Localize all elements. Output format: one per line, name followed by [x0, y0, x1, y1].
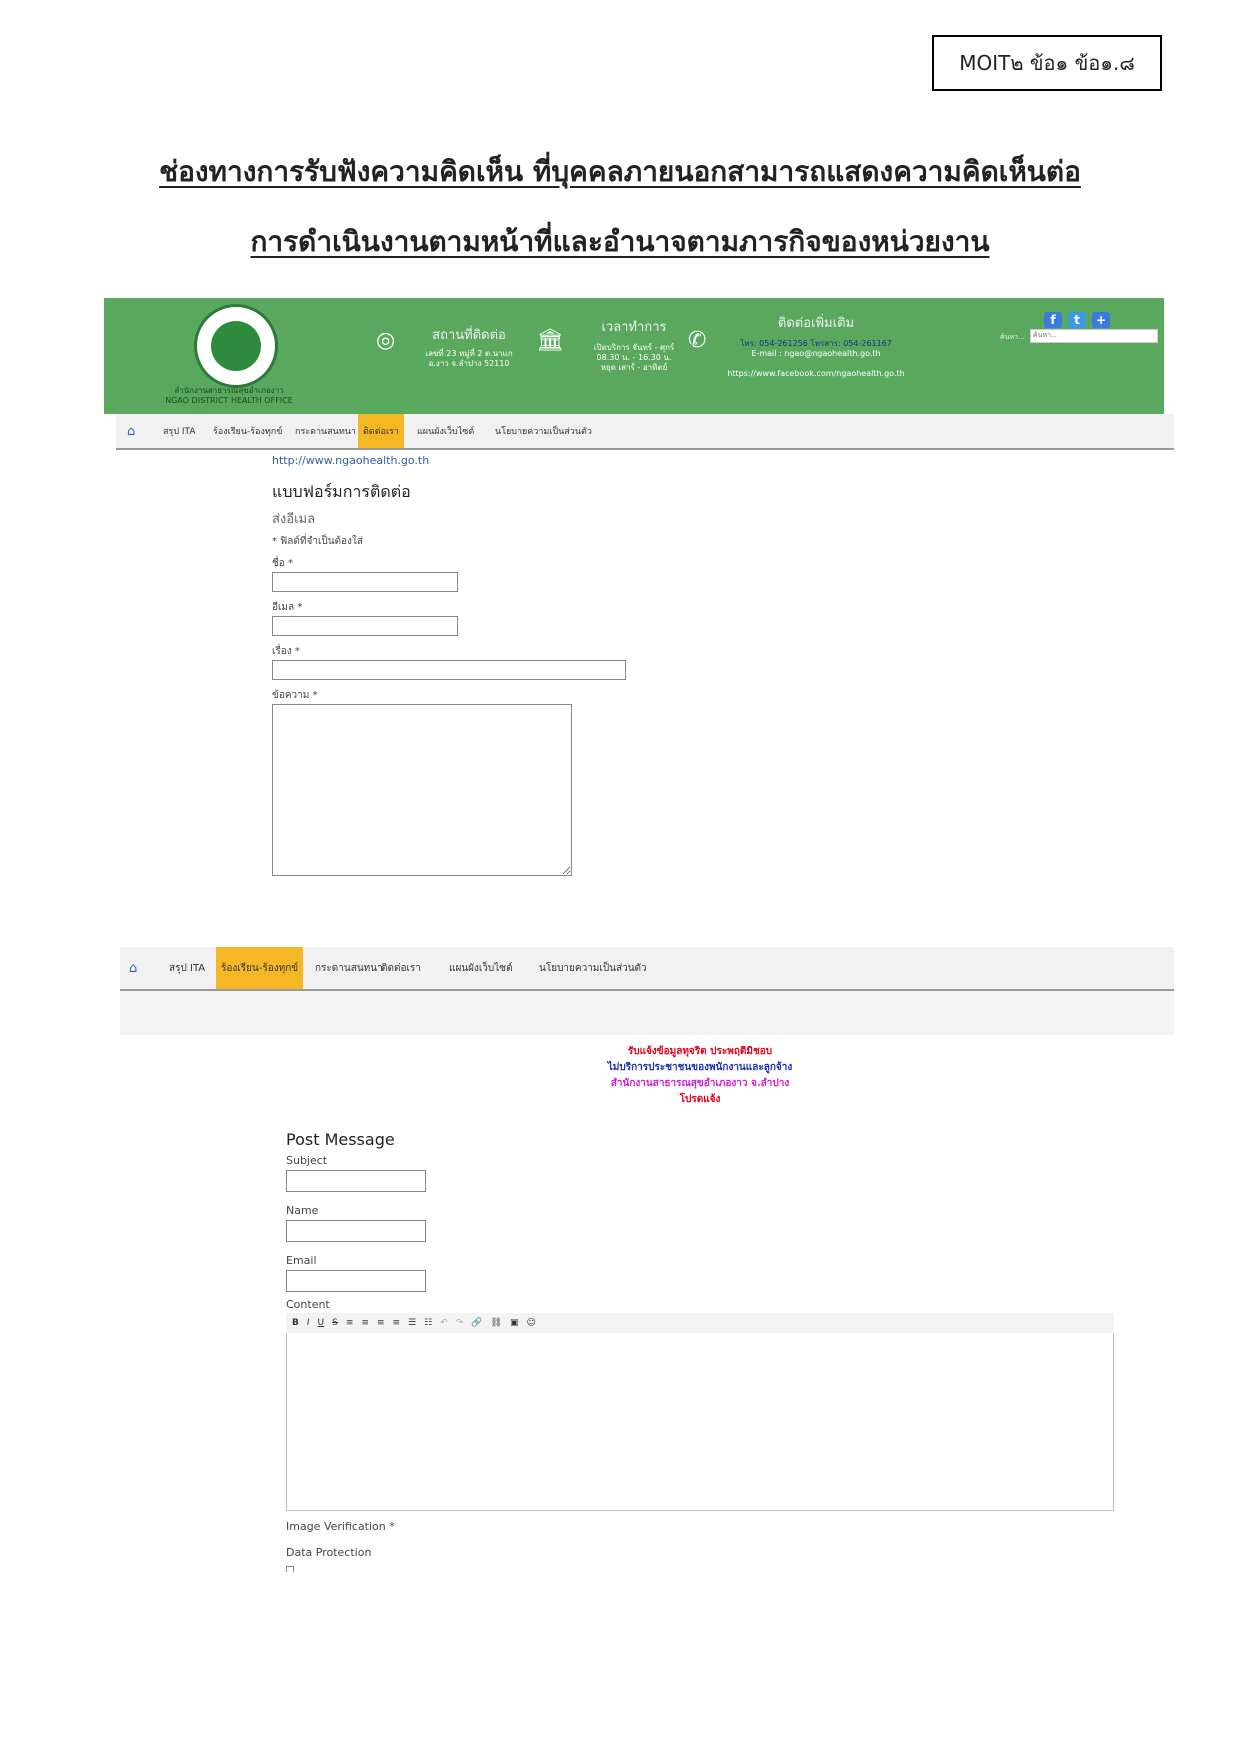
logo-emblem-icon [211, 321, 261, 371]
hours-heading: เวลาทำการ [601, 320, 667, 335]
page-title-line2: การดำเนินงานตามหน้าที่และอำนาจตามภารกิจข… [250, 225, 990, 258]
nav-item-complaint[interactable]: ร้องเรียน-ร้องทุกข์ [216, 947, 304, 989]
numbered-list-icon[interactable]: ☷ [424, 1318, 432, 1328]
align-justify-icon[interactable]: ≡ [392, 1318, 400, 1328]
location-line2: อ.งาว จ.ลำปาง 52110 [428, 359, 510, 368]
name-label-2: Name [286, 1204, 319, 1217]
message-label: ข้อความ * [272, 690, 318, 701]
notice-line3: สำนักงานสาธารณสุขอำเภองาว จ.ลำปาง [610, 1078, 790, 1089]
contact-heading: ติดต่อเพิ่มเติม [777, 316, 855, 331]
home-icon[interactable]: ⌂ [124, 947, 142, 989]
undo-icon[interactable]: ↶ [440, 1318, 448, 1328]
email-input[interactable] [272, 616, 458, 636]
page-title-line1: ช่องทางการรับฟังความคิดเห็น ที่บุคคลภายน… [159, 155, 1081, 188]
main-nav: ⌂ สรุป ITA ร้องเรียน-ร้องทุกข์ กระดานสนท… [116, 414, 1174, 450]
ministry-logo [194, 304, 278, 388]
strikethrough-icon[interactable]: S [332, 1318, 338, 1328]
name-input-2[interactable] [286, 1220, 426, 1242]
content-band [120, 991, 1174, 1035]
nav-item-sitemap[interactable]: แผนผังเว็บไซต์ [412, 414, 479, 448]
subject-input[interactable] [272, 660, 626, 680]
hours-block: เวลาทำการ เปิดบริการ จันทร์ - ศุกร์ 08.3… [574, 316, 694, 373]
document-code-box: MOIT๒ ข้อ๑ ข้อ๑.๘ [932, 35, 1162, 91]
contact-phone: โทร: 054-261256 โทรสาร: 054-261167 [740, 339, 892, 348]
nav-item-ita[interactable]: สรุป ITA [158, 414, 201, 448]
phone-icon: ✆ [688, 328, 707, 353]
redo-icon[interactable]: ↷ [456, 1318, 464, 1328]
site-url-link[interactable]: http://www.ngaohealth.go.th [272, 454, 429, 467]
content-editor[interactable] [286, 1333, 1114, 1511]
contact-form-heading: แบบฟอร์มการติดต่อ [272, 482, 411, 501]
share-plus-icon[interactable]: + [1092, 312, 1110, 328]
nav-item-sitemap[interactable]: แผนผังเว็บไซต์ [444, 947, 518, 989]
data-protection-checkbox[interactable] [286, 1566, 294, 1572]
org-name: สำนักงานสาธารณสุขอำเภองาว NGAO DISTRICT … [144, 386, 314, 406]
name-label: ชื่อ * [272, 558, 293, 569]
nav-item-complaint[interactable]: ร้องเรียน-ร้องทุกข์ [208, 414, 287, 448]
email-input-2[interactable] [286, 1270, 426, 1292]
bullet-list-icon[interactable]: ☰ [408, 1318, 416, 1328]
nav-item-contact[interactable]: ติดต่อเรา [376, 947, 426, 989]
subject-label-2: Subject [286, 1154, 328, 1167]
unlink-icon[interactable]: ⛓ [491, 1318, 502, 1328]
contact-email: E-mail : ngao@ngaohealth.go.th [751, 349, 881, 358]
notice-line2: ไม่บริการประชาชนของพนักงานและลูกจ้าง [607, 1062, 793, 1073]
home-icon[interactable]: ⌂ [122, 414, 140, 448]
message-textarea[interactable] [272, 704, 572, 876]
nav-item-ita[interactable]: สรุป ITA [164, 947, 210, 989]
name-input[interactable] [272, 572, 458, 592]
facebook-icon[interactable]: f [1044, 312, 1062, 328]
main-nav-2: ⌂ สรุป ITA ร้องเรียน-ร้องทุกข์ กระดานสนท… [120, 947, 1174, 991]
underline-icon[interactable]: U [318, 1318, 325, 1328]
send-email-subheading: ส่งอีเมล [272, 512, 316, 527]
nav-item-privacy[interactable]: นโยบายความเป็นส่วนตัว [534, 947, 652, 989]
search-input[interactable] [1030, 329, 1158, 343]
location-pin-icon: ◎ [376, 328, 396, 353]
align-right-icon[interactable]: ≡ [377, 1318, 385, 1328]
subject-input-2[interactable] [286, 1170, 426, 1192]
align-center-icon[interactable]: ≡ [361, 1318, 369, 1328]
email-label-2: Email [286, 1254, 317, 1267]
image-icon[interactable]: ▣ [510, 1318, 519, 1328]
location-block: สถานที่ติดต่อ เลขที่ 23 หมู่ที่ 2 ต.นาแก… [404, 324, 534, 369]
site-header: สำนักงานสาธารณสุขอำเภองาว NGAO DISTRICT … [104, 298, 1164, 414]
hours-line1: เปิดบริการ จันทร์ - ศุกร์ [593, 343, 675, 352]
notice-line1: รับแจ้งข้อมูลทุจริต ประพฤติมิชอบ [627, 1046, 773, 1057]
contact-block: ติดต่อเพิ่มเติม โทร: 054-261256 โทรสาร: … [716, 312, 916, 379]
org-name-th: สำนักงานสาธารณสุขอำเภองาว [174, 386, 284, 395]
italic-icon[interactable]: I [307, 1318, 310, 1328]
hours-line2: 08.30 น. - 16.30 น. [596, 353, 672, 362]
emoji-icon[interactable]: ☺ [526, 1318, 535, 1328]
nav-item-contact[interactable]: ติดต่อเรา [358, 414, 404, 448]
bold-icon[interactable]: B [292, 1318, 299, 1328]
required-note: * ฟิลด์ที่จำเป็นต้องใส่ [272, 536, 363, 547]
location-heading: สถานที่ติดต่อ [432, 328, 506, 343]
hours-line3: หยุด เสาร์ - อาทิตย์ [600, 363, 668, 372]
location-line1: เลขที่ 23 หมู่ที่ 2 ต.นาแก [425, 349, 513, 358]
notice-line4: โปรดแจ้ง [679, 1094, 721, 1105]
align-left-icon[interactable]: ≡ [346, 1318, 354, 1328]
org-name-en: NGAO DISTRICT HEALTH OFFICE [165, 396, 293, 405]
nav-item-board[interactable]: กระดานสนทนา [290, 414, 361, 448]
post-message-heading: Post Message [286, 1130, 395, 1149]
editor-toolbar: B I U S ≡ ≡ ≡ ≡ ☰ ☷ ↶ ↷ 🔗 ⛓ ▣ ☺ [286, 1313, 1114, 1333]
search-label: ค้นหา... [1000, 333, 1025, 341]
subject-label: เรื่อง * [272, 646, 300, 657]
contact-facebook[interactable]: https://www.facebook.com/ngaohealth.go.t… [716, 369, 916, 379]
nav-item-privacy[interactable]: นโยบายความเป็นส่วนตัว [490, 414, 597, 448]
email-label: อีเมล * [272, 602, 303, 613]
twitter-icon[interactable]: t [1068, 312, 1086, 328]
data-protection-label: Data Protection [286, 1546, 372, 1559]
link-icon[interactable]: 🔗 [471, 1318, 482, 1328]
image-verification-label: Image Verification * [286, 1520, 395, 1533]
content-label: Content [286, 1298, 330, 1311]
building-icon: 🏛 [536, 328, 564, 353]
